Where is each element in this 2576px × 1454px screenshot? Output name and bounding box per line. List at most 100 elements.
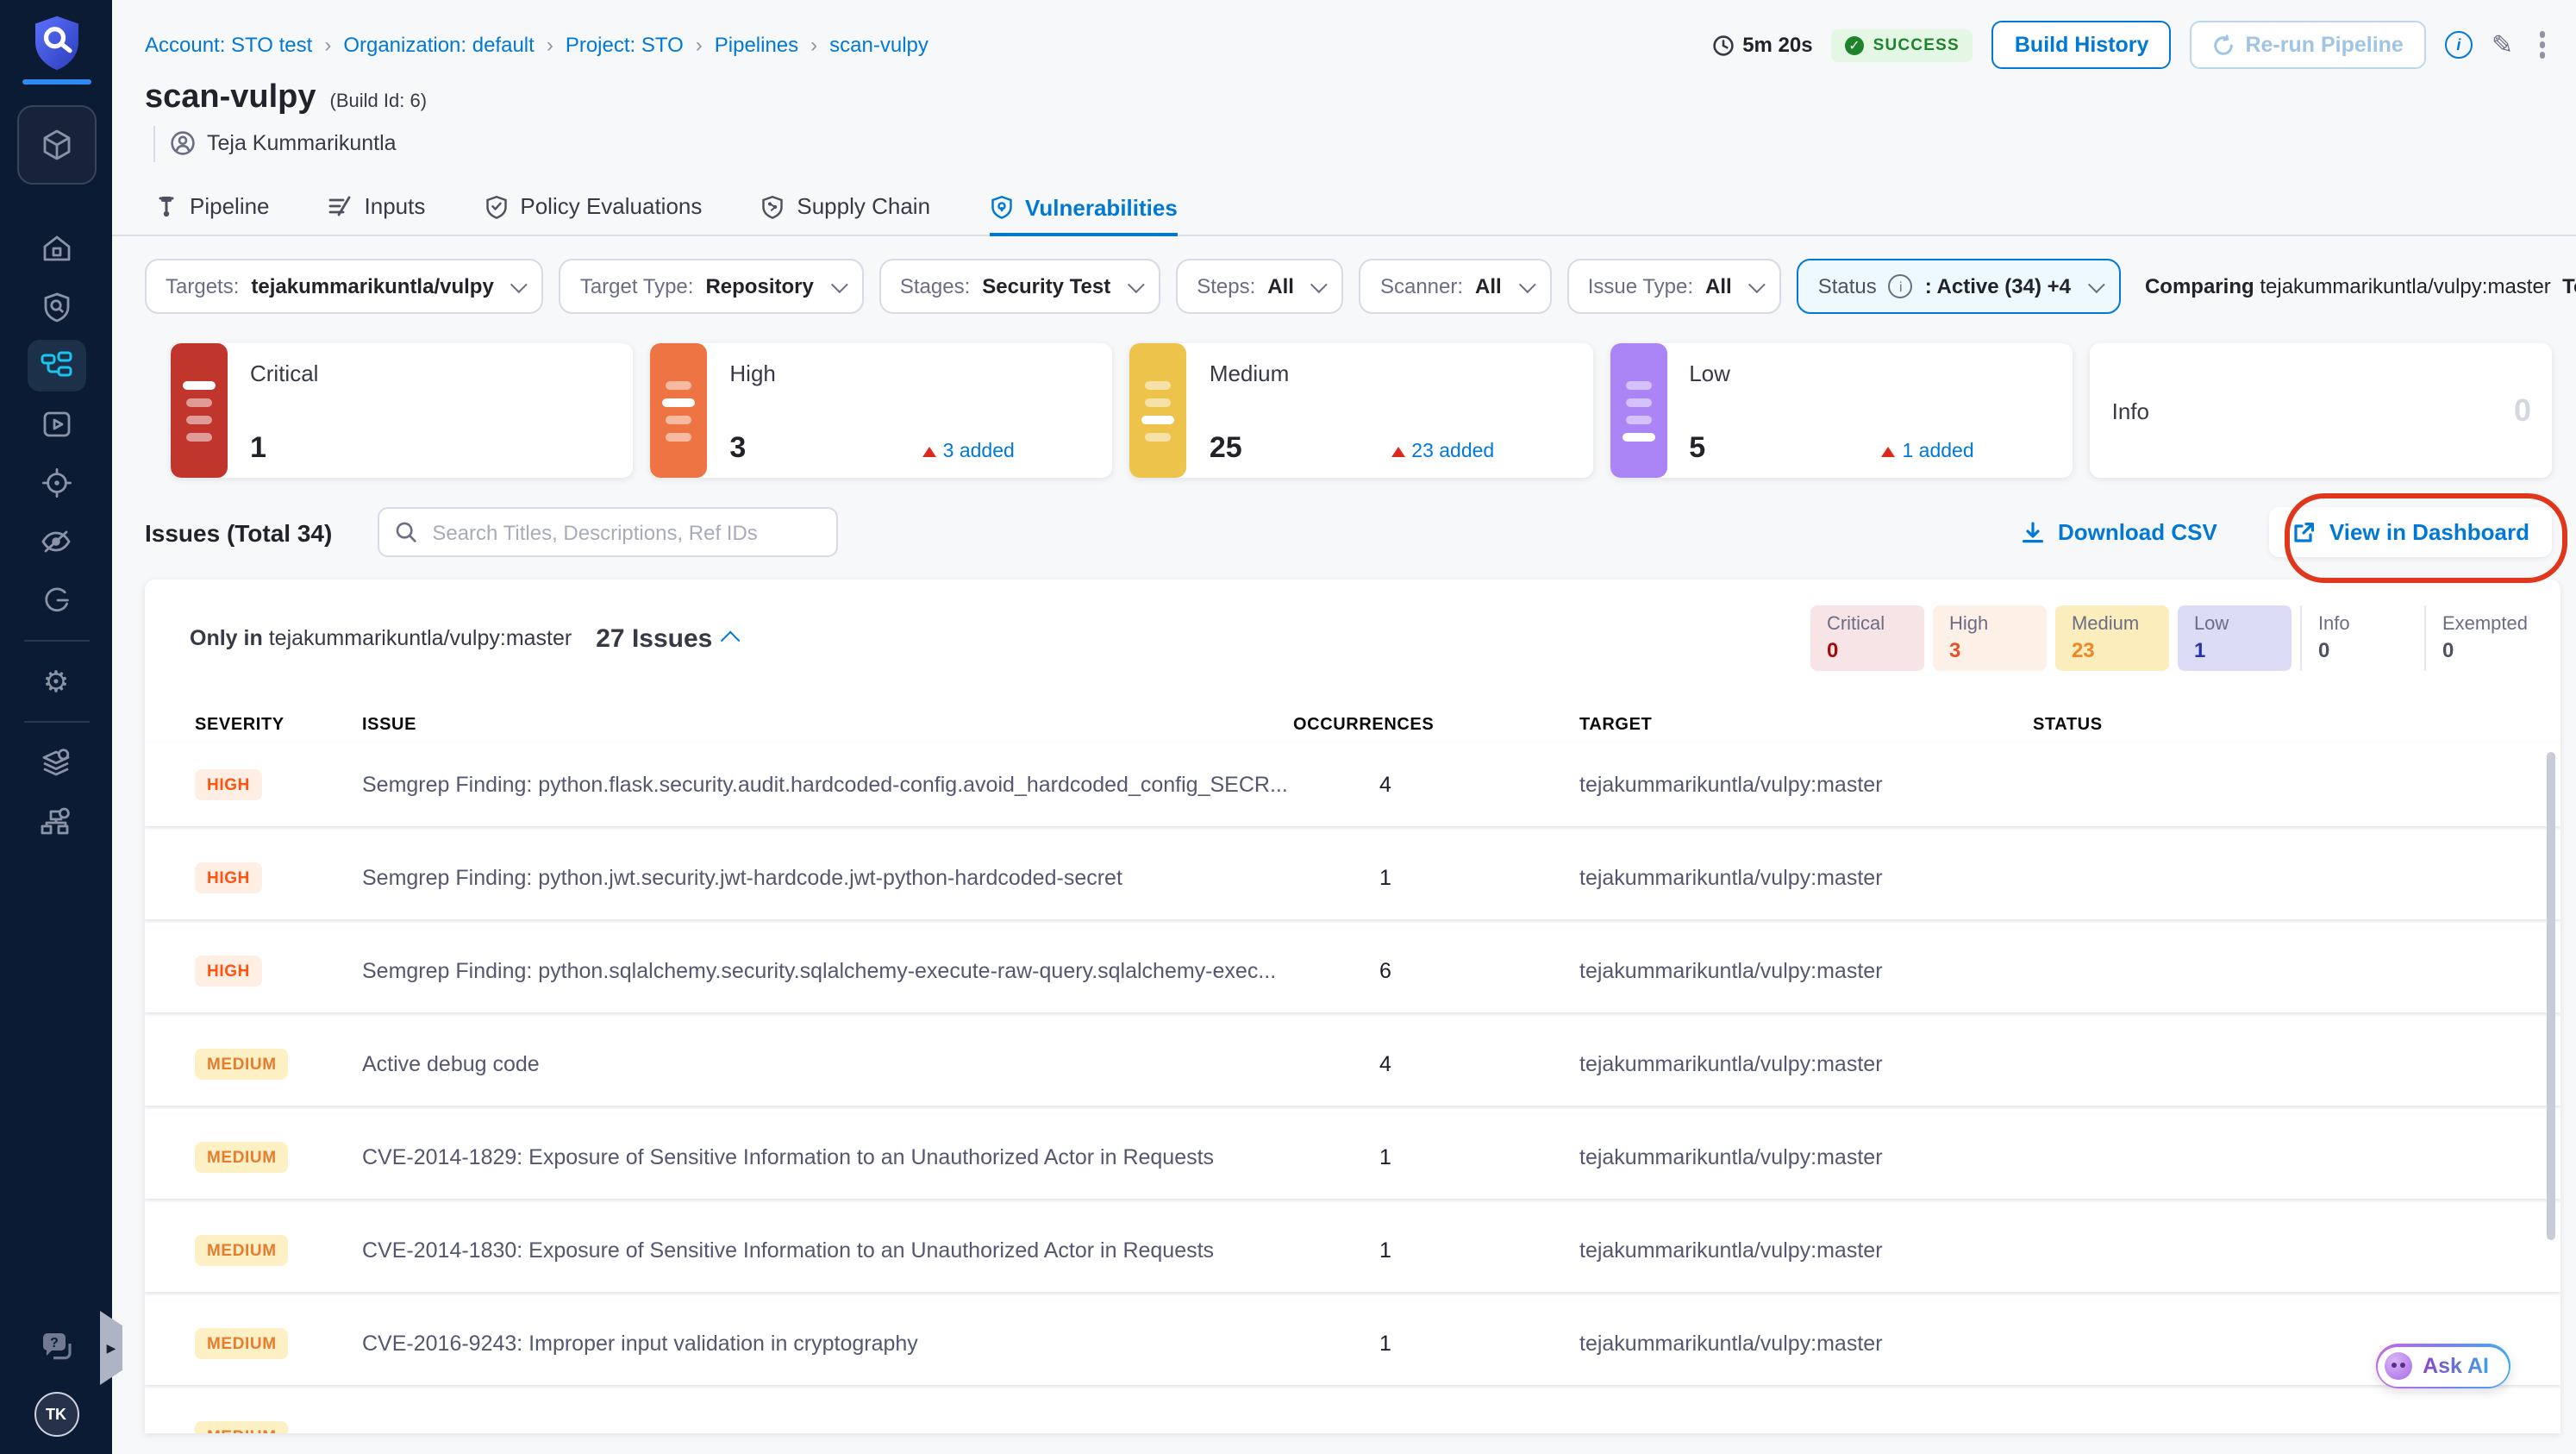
medium-card: Medium 25 23 added (1129, 343, 1593, 478)
ask-ai-button[interactable]: Ask AI (2375, 1344, 2510, 1388)
info-icon[interactable]: i (2444, 31, 2473, 59)
triangle-up-icon (1881, 447, 1896, 457)
tab-policy-evaluations[interactable]: Policy Evaluations (484, 193, 702, 235)
rerun-pipeline-button[interactable]: Re-run Pipeline (2190, 21, 2426, 69)
occurrences-count: 1 (1379, 865, 1391, 889)
issues-search[interactable] (377, 507, 838, 557)
added-indicator: 1 added (1881, 442, 1974, 462)
sidebar-item-settings[interactable]: ⚙ (27, 655, 85, 707)
pipelines-icon (39, 350, 73, 381)
sidebar-item-baselines[interactable] (27, 574, 85, 626)
help-chat-icon[interactable]: ? (37, 1330, 75, 1364)
tab-pipeline[interactable]: Pipeline (155, 193, 270, 235)
target-name: tejakummarikuntla/vulpy:master (1579, 958, 1883, 982)
issue-title: Semgrep Finding: python.sqlalchemy.secur… (362, 958, 1277, 982)
main-content: Account: STO test › Organization: defaul… (112, 0, 2576, 1454)
table-row[interactable]: MEDIUM CVE-2016-9243: Improper input val… (145, 1300, 2560, 1385)
search-input[interactable] (428, 518, 821, 546)
breadcrumb-separator: › (810, 33, 818, 57)
eye-off-icon (40, 526, 72, 557)
breadcrumb-pipeline-name[interactable]: scan-vulpy (829, 33, 928, 57)
triangle-up-icon (1391, 447, 1405, 457)
chevron-down-icon (1518, 275, 1536, 293)
user-avatar[interactable]: TK (34, 1392, 78, 1437)
play-square-icon (41, 409, 72, 440)
issue-title: CVE-2014-1830: Exposure of Sensitive Inf… (362, 1238, 1215, 1262)
breadcrumb-pipelines[interactable]: Pipelines (715, 33, 798, 57)
download-csv-button[interactable]: Download CSV (2022, 519, 2217, 545)
build-history-button[interactable]: Build History (1991, 21, 2172, 69)
refresh-icon (2212, 34, 2235, 56)
issues-group-header: Only in tejakummarikuntla/vulpy:master 2… (145, 605, 2560, 671)
sidebar-item-executions[interactable] (27, 398, 85, 450)
filter-stages[interactable]: Stages: Security Test (878, 259, 1161, 314)
chevron-down-icon (1310, 275, 1329, 293)
filter-targets[interactable]: Targets: tejakummarikuntla/vulpy (145, 259, 544, 314)
sidebar-item-test-targets[interactable] (27, 281, 85, 333)
issues-toolbar: Issues (Total 34) Download CSV (145, 493, 2567, 583)
added-indicator: 3 added (922, 442, 1015, 462)
occurrences-count: 6 (1379, 958, 1391, 982)
issue-title: Active debug code (362, 1051, 540, 1075)
tab-supply-chain[interactable]: Supply Chain (760, 193, 930, 235)
severity-badge: MEDIUM (195, 1142, 289, 1174)
pill-high: High 3 (1933, 605, 2048, 671)
group-issue-count[interactable]: 27 Issues (596, 624, 741, 653)
more-options-menu[interactable] (2532, 28, 2552, 62)
severity-pill-summary: Critical0 High3 Medium23 Low1 Info0 (1810, 605, 2543, 671)
sto-logo-icon[interactable] (30, 14, 82, 72)
table-row[interactable]: MEDIUM (145, 1394, 2560, 1433)
severity-badge: HIGH (195, 956, 262, 987)
tab-vulnerabilities[interactable]: Vulnerabilities (989, 194, 1178, 236)
breadcrumb-project[interactable]: Project: STO (566, 33, 684, 57)
sidebar-item-exemptions[interactable] (27, 516, 85, 567)
breadcrumb-organization[interactable]: Organization: default (343, 33, 535, 57)
table-row[interactable]: HIGH Semgrep Finding: python.flask.secur… (145, 742, 2560, 826)
chevron-up-icon (721, 630, 741, 651)
sidebar-item-default-settings[interactable] (27, 736, 85, 788)
sidebar-item-pipelines[interactable] (27, 340, 85, 392)
breadcrumb: Account: STO test › Organization: defaul… (145, 33, 928, 57)
sidebar-divider (23, 640, 89, 642)
module-selector-button[interactable] (16, 105, 96, 185)
pill-info: Info 0 (2300, 605, 2417, 671)
build-duration: 5m 20s (1711, 33, 1813, 57)
filter-status[interactable]: Status i : Active (34) +4 (1797, 259, 2121, 314)
home-icon (41, 233, 72, 264)
filter-issue-type[interactable]: Issue Type: All (1566, 259, 1782, 314)
sidebar-item-home[interactable] (27, 222, 85, 274)
hierarchy-gear-icon (40, 805, 72, 837)
table-row[interactable]: MEDIUM Active debug code 4 tejakummariku… (145, 1021, 2560, 1106)
table-row[interactable]: MEDIUM CVE-2014-1829: Exposure of Sensit… (145, 1114, 2560, 1199)
filter-scanner[interactable]: Scanner: All (1359, 259, 1552, 314)
tab-inputs[interactable]: Inputs (328, 193, 425, 235)
table-row[interactable]: HIGH Semgrep Finding: python.jwt.securit… (145, 835, 2560, 919)
target-name: tejakummarikuntla/vulpy:master (1579, 1051, 1883, 1075)
critical-card: Critical 1 (171, 343, 634, 478)
table-row[interactable]: HIGH Semgrep Finding: python.sqlalchemy.… (145, 928, 2560, 1012)
policy-shield-check-icon (484, 194, 508, 218)
breadcrumb-account[interactable]: Account: STO test (145, 33, 312, 57)
target-name: tejakummarikuntla/vulpy:master (1579, 1238, 1883, 1262)
table-row[interactable]: MEDIUM CVE-2014-1830: Exposure of Sensit… (145, 1207, 2560, 1292)
low-gauge-icon (1610, 343, 1667, 478)
sidebar-item-targets[interactable] (27, 457, 85, 509)
high-gauge-icon (650, 343, 708, 478)
filter-target-type[interactable]: Target Type: Repository (559, 259, 864, 314)
sidebar-item-org-resources[interactable] (27, 795, 85, 847)
page-title: scan-vulpy (145, 79, 316, 116)
critical-gauge-icon (171, 343, 228, 478)
view-in-dashboard-button[interactable]: View in Dashboard (2268, 493, 2567, 583)
table-scrollbar[interactable] (2547, 752, 2555, 1240)
edit-pencil-icon[interactable]: ✎ (2492, 29, 2513, 60)
comparing-label: Comparing tejakummarikuntla/vulpy:master… (2144, 274, 2576, 298)
filter-steps[interactable]: Steps: All (1176, 259, 1344, 314)
triggered-by-row: Teja Kummarikuntla (153, 126, 2576, 162)
tab-bar: Pipeline Inputs Policy Evaluations Suppl… (112, 176, 2576, 236)
severity-badge: HIGH (195, 862, 262, 894)
severity-summary-cards: Critical 1 High 3 3 added Medium 25 23 a… (171, 343, 2553, 478)
severity-badge: MEDIUM (195, 1328, 289, 1360)
external-link-icon (2292, 520, 2316, 544)
pill-low: Low 1 (2178, 605, 2292, 671)
table-header: SEVERITY ISSUE OCCURRENCES TARGET STATUS (195, 715, 2103, 734)
